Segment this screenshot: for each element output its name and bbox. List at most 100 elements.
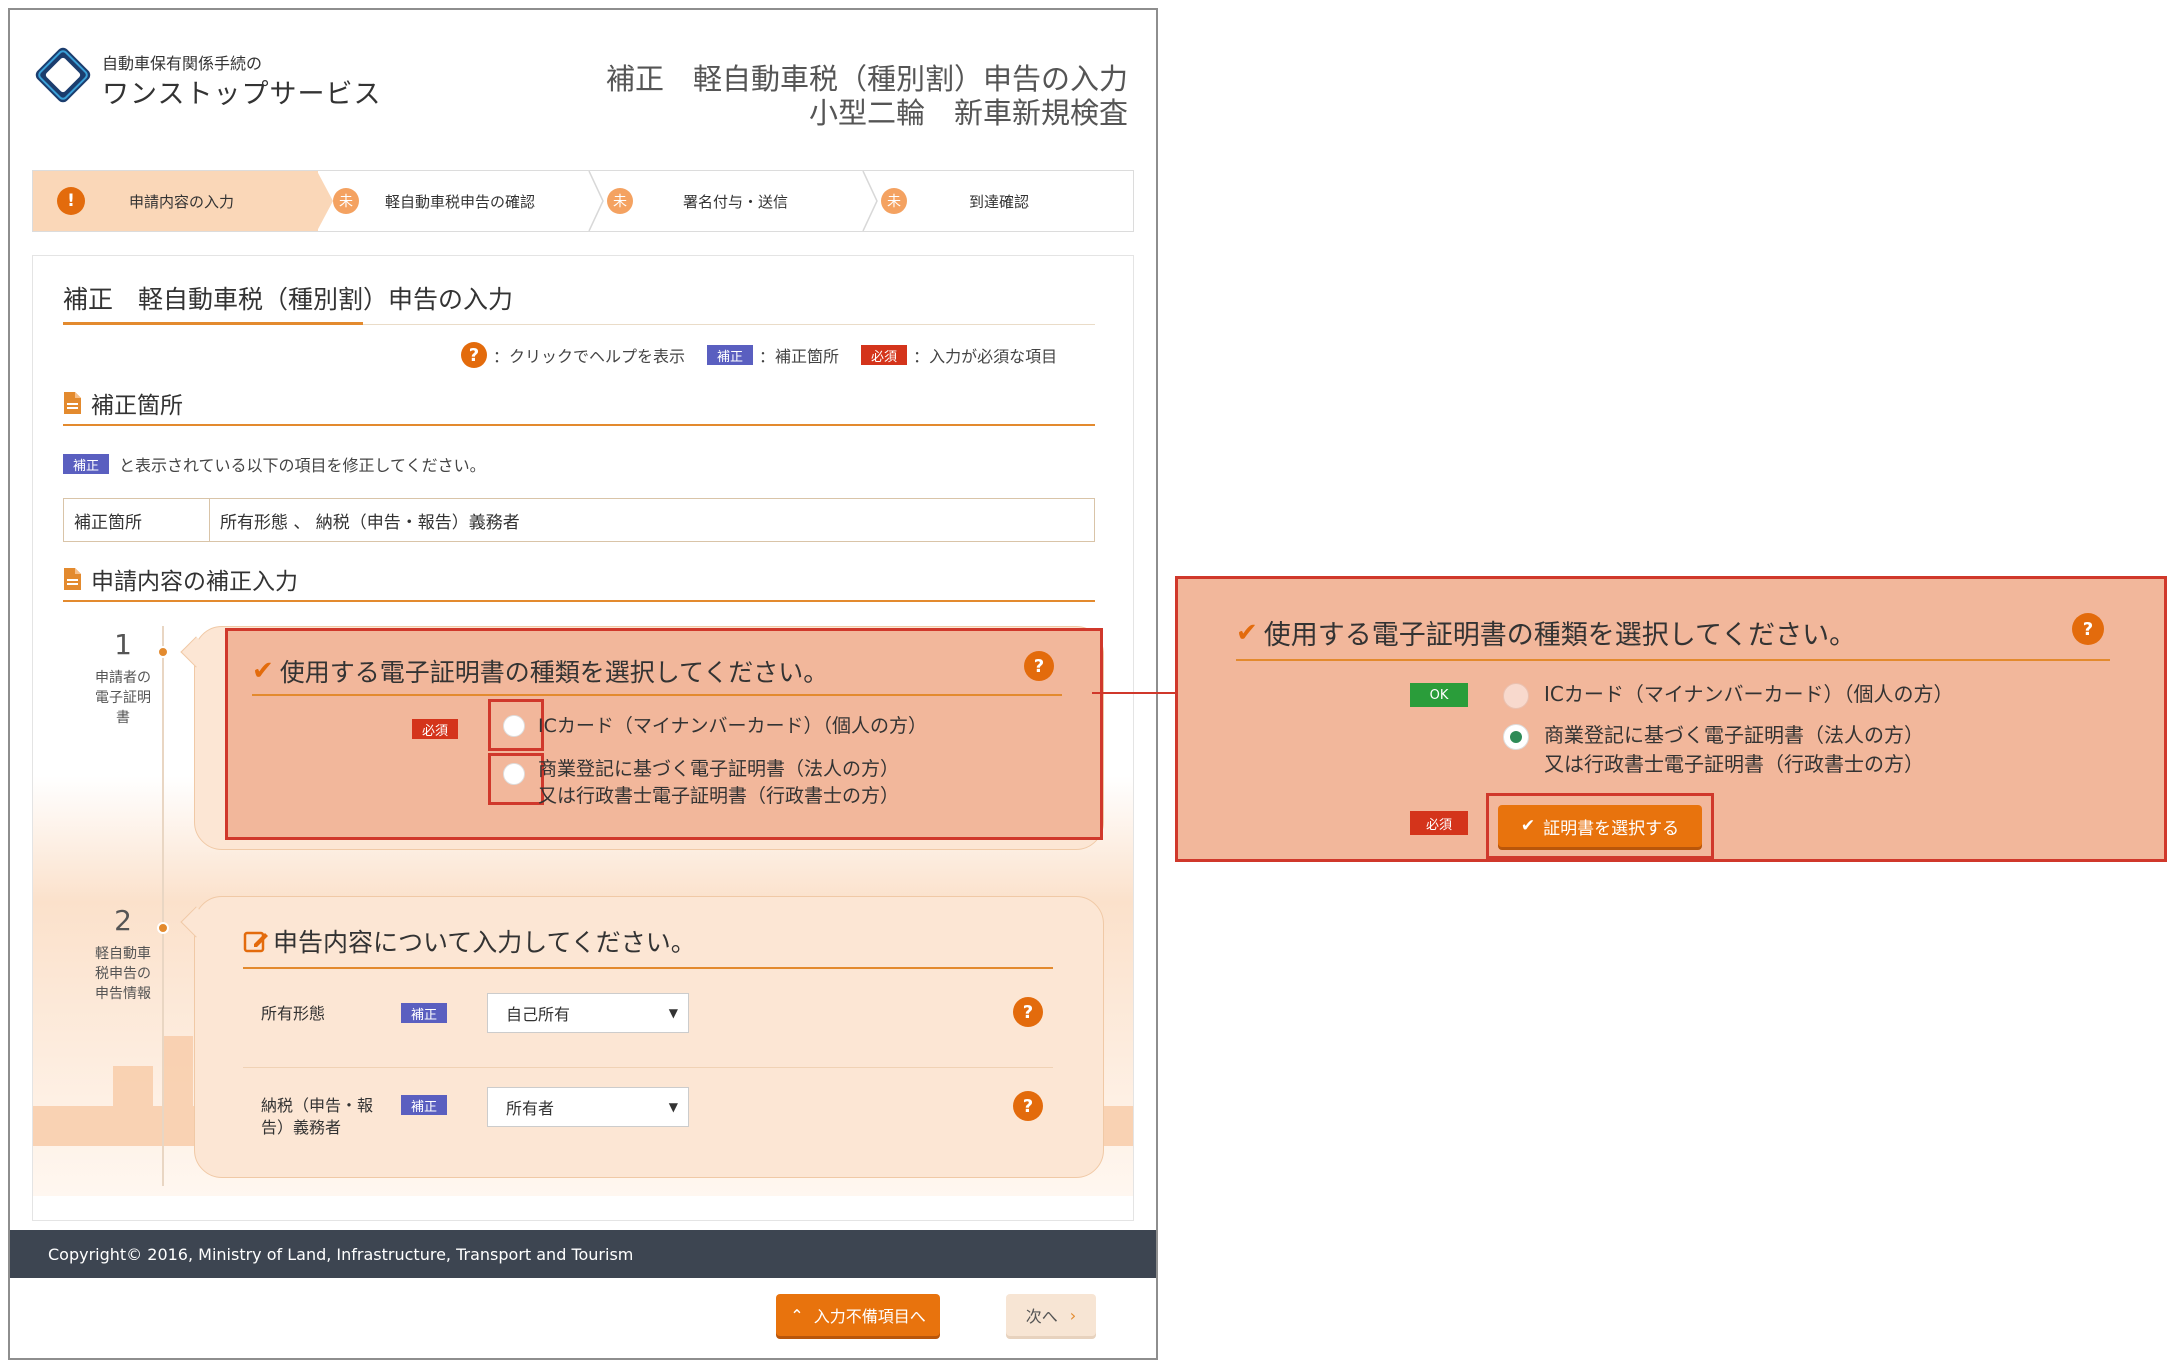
fix-badge: 補正 (401, 1003, 448, 1023)
step-arrow (317, 171, 333, 231)
radio-ic-card[interactable] (503, 715, 525, 737)
card-title-line (243, 967, 1053, 969)
step-input: ! 申請内容の入力 (33, 171, 318, 231)
pending-icon: 未 (607, 188, 633, 214)
select-value: 自己所有 (506, 1005, 571, 1024)
step-label: 署名付与・送信 (683, 192, 789, 211)
pending-icon: 未 (333, 188, 359, 214)
help-icon[interactable]: ? (1024, 651, 1054, 681)
check-icon: ✔ (252, 656, 274, 686)
section-title: 補正箇所 (91, 393, 183, 419)
option-corporate-cert-line2: 又は行政書士電子証明書（行政書士の方） (538, 785, 900, 807)
option-corporate-cert[interactable]: 商業登記に基づく電子証明書（法人の方） (1544, 722, 1924, 749)
field-separator (243, 1067, 1053, 1068)
fix-table-key: 補正箇所 (64, 499, 210, 541)
help-icon[interactable]: ? (1013, 1091, 1043, 1121)
timeline-number: 1 (114, 628, 132, 661)
logo-title: ワンストップサービス (102, 79, 382, 110)
legend-help-text: ：クリックでヘルプを表示 (493, 347, 686, 366)
chevron-right-icon: › (1069, 1305, 1077, 1325)
card-title-line (1236, 659, 2110, 661)
notice-text: と表示されている以下の項目を修正してください。 (119, 456, 486, 475)
required-badge: 必須 (412, 719, 459, 739)
radio-ic-card[interactable] (1503, 683, 1529, 709)
section-line (63, 600, 1095, 602)
taxpayer-select[interactable]: 所有者 ▼ (487, 1087, 689, 1127)
field-label-ownership: 所有形態 (261, 1004, 326, 1023)
timeline-label: 申請者の電子証明書 (95, 670, 151, 726)
chevron-down-icon: ▼ (668, 1100, 678, 1114)
card-title-text: 申告内容について入力してください。 (273, 928, 696, 957)
required-badge: 必須 (861, 345, 908, 365)
ok-badge: OK (1410, 683, 1468, 707)
section-input-heading: 申請内容の補正入力 (63, 562, 298, 596)
radio-corporate-cert-selected[interactable] (1503, 724, 1529, 750)
pending-icon: 未 (881, 188, 907, 214)
step-confirm: 未 軽自動車税申告の確認 (333, 171, 583, 231)
check-icon: ✔ (1520, 816, 1536, 836)
button-label: 証明書を選択する (1543, 818, 1680, 839)
fix-table-value: 所有形態 、 納税（申告・報告）義務者 (220, 512, 520, 533)
timeline-dot (157, 646, 169, 658)
section-line (63, 424, 1095, 426)
required-badge: 必須 (1410, 811, 1468, 835)
document-icon (64, 392, 81, 414)
field-label-taxpayer: 納税（申告・報告）義務者 (261, 1096, 374, 1137)
header-subtitle: 小型二輪 新車新規検査 (808, 96, 1128, 130)
certificate-highlight: ✔ 使用する電子証明書の種類を選択してください。 ? 必須 ICカード（マイナン… (225, 628, 1103, 840)
fix-notice: 補正 と表示されている以下の項目を修正してください。 (63, 452, 486, 476)
content-panel: 補正 軽自動車税（種別割）申告の入力 ? ：クリックでヘルプを表示 補正 ：補正… (32, 255, 1134, 1221)
card-title: 申告内容について入力してください。 (243, 923, 696, 959)
check-icon: ✔ (1236, 617, 1258, 648)
alert-icon: ! (57, 187, 85, 215)
option-corporate-cert[interactable]: 商業登記に基づく電子証明書（法人の方） (538, 756, 899, 783)
option-corporate-cert-line2: 又は行政書士電子証明書（行政書士の方） (1544, 752, 1924, 776)
card-title: ✔ 使用する電子証明書の種類を選択してください。 (252, 653, 828, 689)
help-icon[interactable]: ? (1013, 997, 1043, 1027)
step-label: 申請内容の入力 (129, 192, 235, 211)
card-title-text: 使用する電子証明書の種類を選択してください。 (279, 658, 829, 687)
callout-connector (1092, 692, 1176, 694)
card-title: ✔ 使用する電子証明書の種類を選択してください。 (1236, 613, 1856, 652)
legend-fix-text: ：補正箇所 (759, 347, 840, 366)
radio-corporate-cert[interactable] (503, 763, 525, 785)
ownership-select[interactable]: 自己所有 ▼ (487, 993, 689, 1033)
title-accent (63, 322, 363, 325)
section-fix-heading: 補正箇所 (63, 386, 183, 420)
logo-icon (35, 47, 91, 103)
step-divider (588, 171, 604, 231)
button-label: 次へ (1025, 1307, 1058, 1326)
section-title: 申請内容の補正入力 (91, 569, 298, 595)
legend-required-text: ：入力が必須な項目 (913, 347, 1058, 366)
page-title: 補正 軽自動車税（種別割）申告の入力 (63, 285, 514, 314)
select-certificate-button[interactable]: ✔ 証明書を選択する (1498, 805, 1702, 847)
logo-subtitle: 自動車保有関係手続の (102, 54, 263, 73)
incomplete-items-button[interactable]: ⌃ 入力不備項目へ (776, 1294, 940, 1336)
radio-selected-dot (1510, 731, 1522, 743)
help-icon: ? (461, 342, 487, 368)
option-ic-card[interactable]: ICカード（マイナンバーカード）（個人の方） (538, 713, 927, 740)
help-icon[interactable]: ? (2072, 613, 2104, 645)
application-window: 自動車保有関係手続の ワンストップサービス 補正 軽自動車税（種別割）申告の入力… (8, 8, 1158, 1360)
chevron-up-icon: ⌃ (790, 1305, 804, 1325)
legend: ? ：クリックでヘルプを表示 補正 ：補正箇所 必須 ：入力が必須な項目 (461, 340, 1057, 370)
card-title-text: 使用する電子証明書の種類を選択してください。 (1263, 620, 1857, 651)
option-ic-card[interactable]: ICカード（マイナンバーカード）（個人の方） (1544, 681, 1953, 708)
step-arrival: 未 到達確認 (881, 171, 1131, 231)
zoom-callout: ✔ 使用する電子証明書の種類を選択してください。 ? OK ICカード（マイナン… (1175, 576, 2167, 862)
fix-badge: 補正 (707, 345, 754, 365)
fix-table: 補正箇所 所有形態 、 納税（申告・報告）義務者 (63, 498, 1095, 542)
document-icon (64, 568, 81, 590)
fix-badge: 補正 (401, 1095, 448, 1115)
edit-icon (243, 931, 268, 953)
card-title-line (252, 694, 1062, 696)
button-label: 入力不備項目へ (813, 1307, 926, 1326)
timeline-label: 軽自動車税申告の申告情報 (95, 946, 151, 1002)
next-button[interactable]: 次へ › (1006, 1294, 1096, 1336)
timeline-number: 2 (114, 904, 132, 937)
step-label: 到達確認 (969, 192, 1030, 211)
step-sign: 未 署名付与・送信 (607, 171, 857, 231)
select-value: 所有者 (506, 1099, 555, 1118)
timeline-dot (157, 922, 169, 934)
footer: Copyright© 2016, Ministry of Land, Infra… (10, 1230, 1156, 1278)
